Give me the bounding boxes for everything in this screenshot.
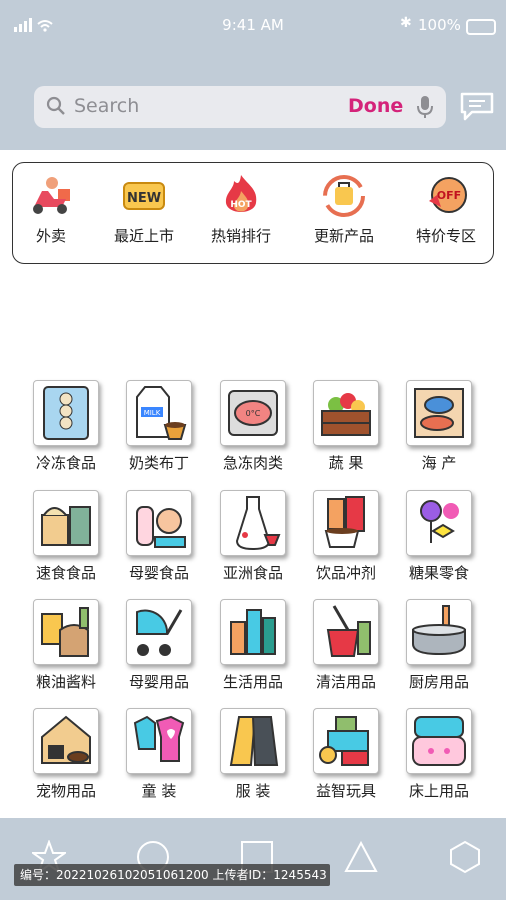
category-label: 童 装: [141, 782, 177, 800]
cleaning-bucket-icon: [313, 599, 379, 665]
triangle-icon[interactable]: [344, 840, 378, 874]
category-label: 宠物用品: [35, 782, 96, 800]
category-label: 益智玩具: [315, 782, 376, 800]
baby-bottle-icon: [126, 490, 192, 556]
category-label: 蔬 果: [328, 454, 364, 472]
frozen-meat-icon: 0°C: [220, 380, 286, 446]
off-tag-icon: OFF: [429, 177, 467, 213]
battery-percent: 100%: [418, 16, 461, 34]
category-label: 糖果零食: [408, 564, 469, 582]
clothing-icon: [220, 708, 286, 774]
category-label: 母婴用品: [128, 673, 189, 691]
svg-text:NEW: NEW: [127, 191, 161, 206]
category-label: 清洁用品: [315, 673, 376, 691]
quick-item-label: 最近上市: [113, 227, 174, 245]
watermark: 编号：20221026102051061200 上传者ID：1245543: [14, 864, 330, 886]
category-label: 冷冻食品: [35, 454, 96, 472]
done-button[interactable]: Done: [348, 95, 403, 117]
soda-coffee-icon: [313, 490, 379, 556]
category-label: 饮品冲剂: [315, 564, 376, 582]
kids-clothes-icon: [126, 708, 192, 774]
quick-item-sale[interactable]: OFF 特价专区: [398, 173, 494, 246]
hot-flame-icon: HOT: [225, 175, 257, 212]
header: 9:41 AM ✱ 100% Search Done: [0, 0, 506, 150]
quick-item-new[interactable]: NEW 最近上市: [96, 173, 192, 246]
search-input[interactable]: Search: [74, 95, 139, 117]
toiletries-icon: [220, 599, 286, 665]
bluetooth-icon: ✱: [400, 15, 412, 31]
vegetables-crate-icon: [313, 380, 379, 446]
milk-pudding-icon: MILK: [126, 380, 192, 446]
hexagon-icon[interactable]: [448, 840, 482, 874]
category-label: 服 装: [235, 782, 271, 800]
category-label: 海 产: [421, 454, 457, 472]
svg-text:0°C: 0°C: [246, 409, 261, 418]
quick-item-hot[interactable]: HOT 热销排行: [193, 173, 289, 246]
stroller-icon: [126, 599, 192, 665]
category-label: 奶类布丁: [128, 454, 189, 472]
frozen-dumplings-icon: [33, 380, 99, 446]
tab-bar: [0, 818, 506, 900]
svg-text:MILK: MILK: [144, 409, 161, 417]
svg-text:OFF: OFF: [437, 189, 461, 202]
category-label: 粮油酱料: [35, 673, 96, 691]
quick-item-update[interactable]: 更新产品: [296, 173, 392, 246]
candy-icon: [406, 490, 472, 556]
delivery-scooter-icon: [33, 177, 70, 214]
microphone-icon[interactable]: [416, 95, 434, 119]
quick-item-takeout[interactable]: 外卖: [3, 173, 99, 246]
category-label: 厨房用品: [408, 673, 469, 691]
pet-house-icon: [33, 708, 99, 774]
quick-item-label: 外卖: [35, 227, 66, 245]
category-label: 速食食品: [35, 564, 96, 582]
category-label: 急冻肉类: [222, 454, 283, 472]
seafood-icon: [406, 380, 472, 446]
refresh-bag-icon: [323, 175, 365, 217]
instant-noodles-icon: [33, 490, 99, 556]
quick-item-label: 更新产品: [313, 227, 374, 245]
sake-bottle-icon: [220, 490, 286, 556]
bedding-icon: [406, 708, 472, 774]
battery-icon: [466, 19, 496, 35]
svg-text:HOT: HOT: [230, 200, 252, 210]
quick-item-label: 热销排行: [210, 227, 271, 245]
category-label: 母婴食品: [128, 564, 189, 582]
toy-blocks-icon: [313, 708, 379, 774]
quick-item-label: 特价专区: [415, 227, 476, 245]
cooking-pot-icon: [406, 599, 472, 665]
category-label: 生活用品: [222, 673, 283, 691]
new-badge-icon: NEW: [123, 182, 165, 210]
status-bar: 9:41 AM ✱ 100%: [0, 14, 506, 38]
search-icon: [46, 96, 65, 115]
chat-icon[interactable]: [460, 92, 494, 122]
quick-menu: 外卖 NEW 最近上市 HOT 热销排行 更新产品 OFF 特价专区: [12, 162, 494, 264]
search-bar[interactable]: Search Done: [34, 86, 446, 128]
category-label: 床上用品: [408, 782, 469, 800]
category-label: 亚洲食品: [222, 564, 283, 582]
grain-oil-icon: [33, 599, 99, 665]
